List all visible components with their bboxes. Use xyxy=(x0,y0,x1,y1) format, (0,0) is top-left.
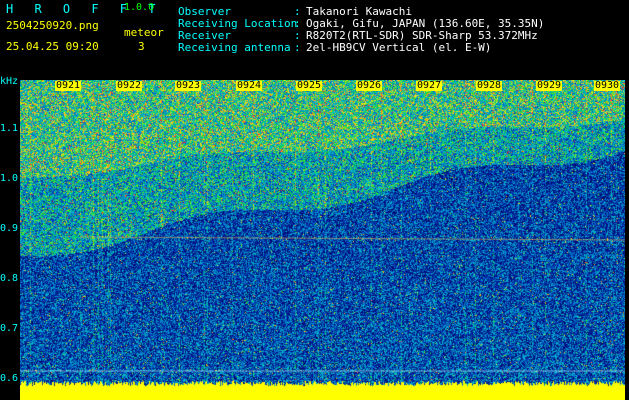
receiver-label: Receiver xyxy=(178,29,231,42)
time-label: 0930 xyxy=(594,80,621,91)
separator: : xyxy=(294,5,301,18)
frequency-axis: kHz 1.1 1.0 0.9 0.8 0.7 0.6 xyxy=(0,76,20,400)
location-value: Ogaki, Gifu, JAPAN (136.60E, 35.35N) xyxy=(306,17,545,30)
header-panel: H R O F F T 1.0.0 2504250920.png meteor … xyxy=(0,0,629,80)
filename: 2504250920.png xyxy=(6,19,99,32)
time-label: 0925 xyxy=(296,80,323,91)
time-label: 0924 xyxy=(236,80,263,91)
y-tick-label: 1.1 xyxy=(0,123,19,134)
y-tick-label: 1.0 xyxy=(0,173,19,184)
time-label: 0923 xyxy=(175,80,202,91)
y-tick-label: 0.8 xyxy=(0,273,19,284)
receiver-value: R820T2(RTL-SDR) SDR-Sharp 53.372MHz xyxy=(306,29,538,42)
mode-label: meteor xyxy=(124,26,164,39)
y-tick-label: 0.7 xyxy=(0,323,19,334)
spectrogram-plot: 0921 0922 0923 0924 0925 0926 0927 0928 … xyxy=(20,80,625,400)
time-label: 0922 xyxy=(116,80,143,91)
app-version: 1.0.0 xyxy=(124,2,155,13)
observer-value: Takanori Kawachi xyxy=(306,5,412,18)
time-label: 0928 xyxy=(476,80,503,91)
separator: : xyxy=(294,17,301,30)
antenna-value: 2el-HB9CV Vertical (el. E-W) xyxy=(306,41,492,54)
time-label: 0921 xyxy=(55,80,82,91)
time-label: 0926 xyxy=(356,80,383,91)
separator: : xyxy=(294,41,301,54)
observer-label: Observer xyxy=(178,5,231,18)
spectrogram-canvas xyxy=(20,80,625,400)
time-label: 0927 xyxy=(416,80,443,91)
antenna-label: Receiving antenna xyxy=(178,41,291,54)
unit-label: kHz xyxy=(0,76,19,87)
datetime: 25.04.25 09:20 xyxy=(6,40,99,53)
separator: : xyxy=(294,29,301,42)
location-label: Receiving Location xyxy=(178,17,298,30)
y-tick-label: 0.6 xyxy=(0,373,19,384)
detection-count: 3 xyxy=(138,40,145,53)
time-label: 0929 xyxy=(536,80,563,91)
y-tick-label: 0.9 xyxy=(0,223,19,234)
